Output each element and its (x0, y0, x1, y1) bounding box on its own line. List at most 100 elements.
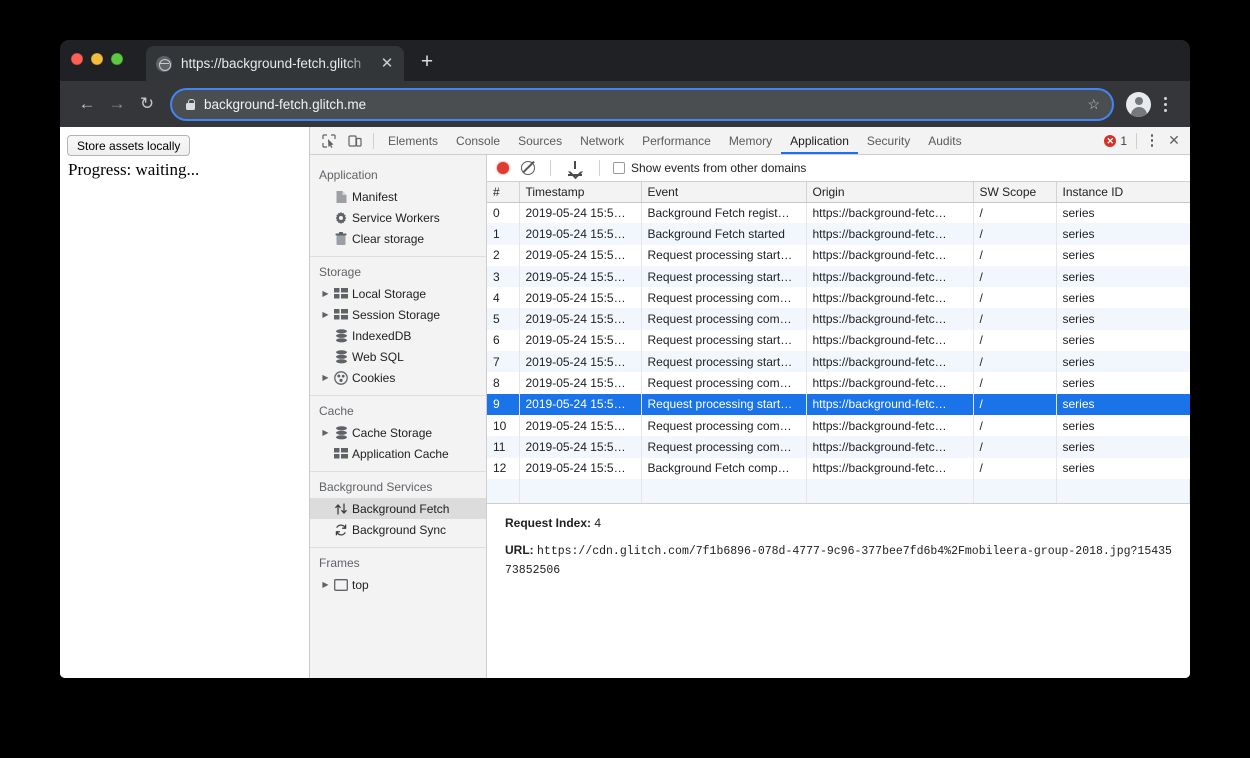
store-assets-locally-button[interactable]: Store assets locally (67, 135, 191, 156)
table-row[interactable]: 6 2019-05-24 15:5… Request processing star… (487, 329, 1190, 352)
zoom-window-button[interactable] (111, 53, 123, 65)
chevron-right-icon[interactable]: ▶ (319, 373, 332, 382)
sidebar-item-background-sync[interactable]: ▶ Background Sync (310, 519, 486, 540)
sidebar-item-top-frame[interactable]: ▶ top (310, 574, 486, 595)
error-count-label: 1 (1120, 133, 1127, 148)
chevron-right-icon[interactable]: ▶ (319, 428, 332, 437)
browser-menu-button[interactable] (1154, 91, 1176, 117)
bookmark-star-icon[interactable]: ☆ (1087, 96, 1100, 113)
sidebar-item-background-fetch[interactable]: ▶ Background Fetch (310, 498, 486, 519)
show-events-from-other-domains-checkbox[interactable]: Show events from other domains (613, 161, 806, 175)
minimize-window-button[interactable] (91, 53, 103, 65)
detail-url: URL: https://cdn.glitch.com/7f1b6896-078… (505, 542, 1176, 579)
sidebar-item-local-storage[interactable]: ▶ Local Storage (310, 283, 486, 304)
tab-elements[interactable]: Elements (379, 127, 447, 154)
cell-timestamp: 2019-05-24 15:5… (519, 202, 642, 224)
column-header-sw-scope[interactable]: SW Scope (973, 182, 1057, 203)
table-row[interactable]: 1 2019-05-24 15:5… Background Fetch starte… (487, 223, 1190, 245)
sidebar-item-cookies[interactable]: ▶ Cookies (310, 367, 486, 388)
browser-window: https://background-fetch.glitch ✕ + ← → … (60, 40, 1190, 678)
devtools-more-options-button[interactable] (1142, 130, 1162, 152)
cell-origin: https://background-fetc… (806, 457, 974, 479)
sidebar-item-application-cache[interactable]: ▶ Application Cache (310, 443, 486, 464)
browser-toolbar: ← → ↻ background-fetch.glitch.me ☆ (60, 81, 1190, 127)
sidebar-item-cache-storage[interactable]: ▶ Cache Storage (310, 422, 486, 443)
table-row[interactable]: 10 2019-05-24 15:5… Request processing com… (487, 414, 1190, 437)
cell-instance-id: series (1062, 376, 1095, 391)
chevron-right-icon[interactable]: ▶ (319, 310, 332, 319)
tab-memory[interactable]: Memory (720, 127, 781, 154)
cell-origin: https://background-fetc… (806, 287, 974, 309)
table-row[interactable]: 5 2019-05-24 15:5… Request processing com…… (487, 308, 1190, 330)
sidebar-item-session-storage[interactable]: ▶ Session Storage (310, 304, 486, 325)
sidebar-header-storage: Storage (319, 265, 362, 279)
cell-timestamp: 2019-05-24 15:5… (519, 329, 642, 352)
toolbar-divider (373, 132, 374, 149)
record-circle-icon[interactable] (497, 162, 509, 174)
table-row[interactable]: 0 2019-05-24 15:5… Background Fetch regist… (487, 202, 1190, 224)
tab-application[interactable]: Application (781, 127, 858, 154)
table-icon (332, 288, 350, 299)
column-header-event[interactable]: Event (641, 182, 807, 203)
device-toolbar-icon[interactable] (342, 128, 368, 154)
table-row[interactable]: 3 2019-05-24 15:5… Request processing star… (487, 265, 1190, 288)
clear-icon[interactable] (521, 161, 535, 175)
chevron-right-icon[interactable]: ▶ (319, 289, 332, 298)
table-header-row: # Timestamp Event Origin SW Scope Instan… (487, 182, 1190, 203)
tab-performance[interactable]: Performance (633, 127, 720, 154)
tab-console[interactable]: Console (447, 127, 509, 154)
cell-instance-id: series (1062, 439, 1095, 454)
sidebar-item-web-sql[interactable]: ▶ Web SQL (310, 346, 486, 367)
filler-cell (487, 478, 520, 503)
sidebar-section-cache: Cache ▶ Cache Storage ▶ (310, 395, 486, 471)
forward-button[interactable]: → (102, 89, 132, 119)
column-header-instance-id[interactable]: Instance ID (1056, 182, 1190, 203)
download-icon[interactable] (567, 160, 583, 176)
table-row[interactable]: 4 2019-05-24 15:5… Request processing com…… (487, 287, 1190, 309)
sidebar-item-label: Clear storage (352, 231, 425, 246)
table-row[interactable]: 12 2019-05-24 15:5… Background Fetch comp…… (487, 457, 1190, 479)
table-row[interactable]: 9 2019-05-24 15:5… Request processing star… (487, 393, 1190, 415)
close-window-button[interactable] (71, 53, 83, 65)
updown-arrows-icon (332, 502, 350, 516)
error-badge[interactable]: ✕ 1 (1104, 134, 1131, 148)
inspect-element-icon[interactable] (316, 128, 342, 154)
event-table: # Timestamp Event Origin SW Scope Instan… (487, 182, 1190, 503)
address-bar[interactable]: background-fetch.glitch.me ☆ (172, 89, 1112, 119)
sidebar-section-storage: Storage ▶ Local Storage ▶ Session Storag… (310, 256, 486, 395)
sidebar-item-clear-storage[interactable]: ▶ Clear storage (310, 228, 486, 249)
filler-cell (519, 478, 642, 503)
sidebar-item-service-workers[interactable]: ▶ Service Workers (310, 207, 486, 228)
back-button[interactable]: ← (72, 89, 102, 119)
table-row[interactable]: 7 2019-05-24 15:5… Request processing star… (487, 351, 1190, 373)
tab-network[interactable]: Network (571, 127, 633, 154)
tab-audits[interactable]: Audits (919, 127, 970, 154)
close-icon[interactable]: ✕ (378, 55, 396, 73)
tab-sources[interactable]: Sources (509, 127, 571, 154)
devtools-panel: Elements Console Sources Network Perform… (310, 127, 1190, 678)
sidebar-item-manifest[interactable]: ▶ Manifest (310, 186, 486, 207)
event-table-container[interactable]: # Timestamp Event Origin SW Scope Instan… (487, 182, 1190, 503)
column-header-index[interactable]: # (487, 182, 520, 203)
sidebar-item-label: Local Storage (352, 286, 427, 301)
column-header-timestamp[interactable]: Timestamp (519, 182, 642, 203)
sidebar-item-indexeddb[interactable]: ▶ IndexedDB (310, 325, 486, 346)
table-row[interactable]: 11 2019-05-24 15:5… Request processing com… (487, 436, 1190, 458)
avatar[interactable] (1126, 91, 1151, 117)
cell-sw-scope: / (973, 436, 1057, 458)
column-header-origin[interactable]: Origin (806, 182, 974, 203)
browser-tab[interactable]: https://background-fetch.glitch ✕ (146, 46, 404, 81)
checkbox-box[interactable] (613, 162, 625, 174)
new-tab-button[interactable]: + (416, 51, 438, 74)
table-row[interactable]: 8 2019-05-24 15:5… Request processing com…… (487, 372, 1190, 394)
table-row[interactable]: 2 2019-05-24 15:5… Request processing star… (487, 244, 1190, 266)
devtools-close-button[interactable]: ✕ (1162, 129, 1186, 153)
toolbar-divider-right (1136, 132, 1137, 149)
cell-timestamp: 2019-05-24 15:5… (519, 457, 642, 479)
cell-event: Background Fetch comp… (641, 457, 807, 479)
chevron-right-icon[interactable]: ▶ (319, 580, 332, 589)
reload-button[interactable]: ↻ (132, 89, 162, 119)
address-bar-input[interactable]: background-fetch.glitch.me (204, 97, 1087, 112)
tab-security[interactable]: Security (858, 127, 919, 154)
detail-url-value[interactable]: https://cdn.glitch.com/7f1b6896-078d-477… (505, 545, 1172, 577)
